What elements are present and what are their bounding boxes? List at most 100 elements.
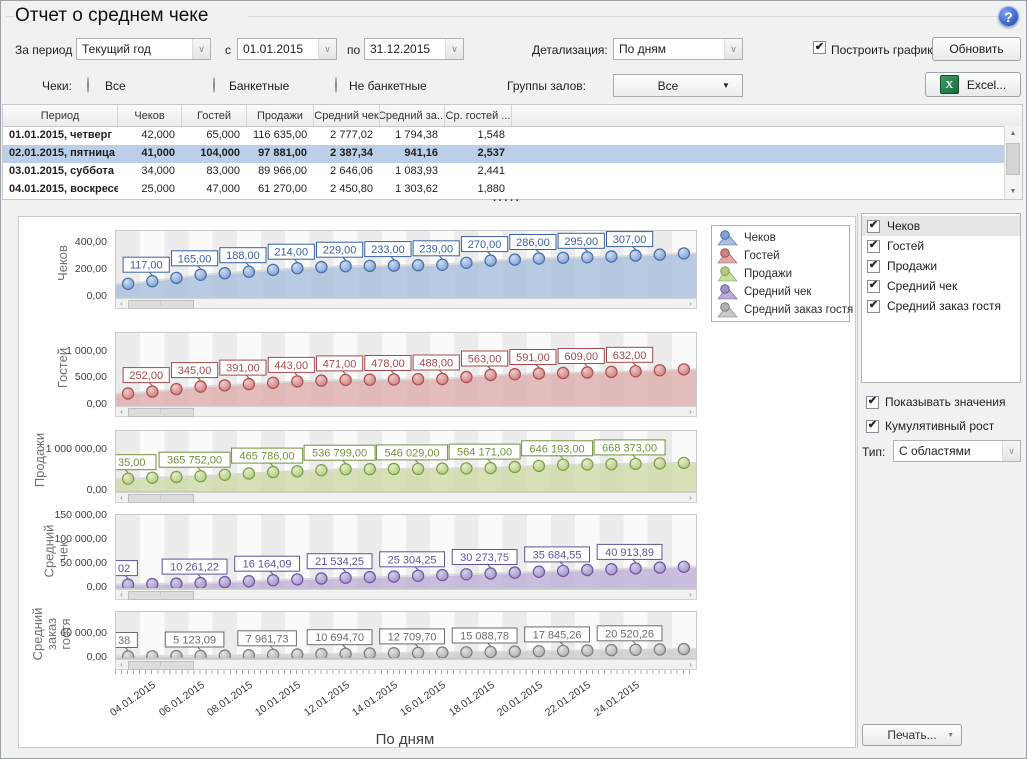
table-vertical-scrollbar[interactable]: ▲ ▼ [1004,126,1022,199]
data-point-marker [558,565,569,576]
radio-banquet[interactable] [213,77,215,93]
chart-plot-5[interactable]: 385 123,097 961,7310 694,7012 709,7015 0… [115,611,697,659]
series-listbox: ЧековГостейПродажиСредний чекСредний зак… [861,213,1021,383]
series-list-item[interactable]: Гостей [862,236,1020,256]
cell-value: 97 881,00 [247,145,314,163]
chart-horizontal-scrollbar[interactable] [115,406,697,417]
chart-plot-3[interactable]: 35,00365 752,00465 786,00536 799,00546 0… [115,430,697,492]
series-list-item[interactable]: Средний чек [862,276,1020,296]
chart-plot-4[interactable]: 0210 261,2216 164,0921 534,2525 304,2530… [115,514,697,589]
chart-horizontal-scrollbar[interactable] [115,589,697,600]
data-point-marker [171,384,182,395]
column-header[interactable]: Гостей [182,105,247,126]
cell-value: 1 794,38 [380,127,445,145]
table-row[interactable]: 02.01.2015, пятница41,000104,00097 881,0… [3,145,1022,163]
table-row[interactable]: 03.01.2015, суббота34,00083,00089 966,00… [3,163,1022,181]
table-row[interactable]: 01.01.2015, четверг42,00065,000116 635,0… [3,127,1022,145]
chart-horizontal-scrollbar[interactable] [115,659,697,670]
date-to-select[interactable]: 31.12.2015 [364,38,464,60]
cell-value: 65,000 [182,127,247,145]
chevron-down-icon[interactable] [724,39,742,59]
column-header[interactable]: Средний чек [314,105,380,126]
data-point-value-label: 35,00 [118,457,146,469]
chevron-down-icon[interactable] [318,39,336,59]
column-header[interactable]: Средний за... [380,105,445,126]
print-button[interactable]: Печать... [862,724,962,746]
column-header[interactable]: Чеков [118,105,182,126]
data-point-value-label: 5 123,09 [173,634,216,646]
data-point-marker [485,568,496,579]
detail-select[interactable]: По дням [613,38,743,60]
caret-down-icon [722,81,742,90]
chart-plot-1[interactable]: 117,00165,00188,00214,00229,00233,00239,… [115,230,697,298]
chevron-down-icon[interactable] [445,39,463,59]
series-checkbox[interactable] [867,280,880,293]
radio-all[interactable] [87,77,89,93]
scroll-right-icon[interactable] [685,299,696,308]
show-values-option[interactable]: Показывать значения [866,395,1006,409]
chart-horizontal-scrollbar[interactable] [115,492,697,503]
series-list-item[interactable]: Продажи [862,256,1020,276]
scrollbar-thumb[interactable] [128,661,194,670]
series-checkbox[interactable] [867,240,880,253]
radio-non-banquet[interactable] [335,77,337,93]
scrollbar-thumb[interactable] [128,591,194,600]
series-list-item[interactable]: Чеков [862,216,1020,236]
data-point-marker [582,367,593,378]
data-point-marker [678,364,689,375]
data-point-marker [123,278,134,289]
date-from-select[interactable]: 01.01.2015 [237,38,337,60]
series-list-item[interactable]: Средний заказ гостя [862,296,1020,316]
column-header[interactable]: Период [3,105,118,126]
scroll-up-icon[interactable]: ▲ [1005,126,1021,141]
chart-horizontal-scrollbar[interactable] [115,298,697,309]
column-header[interactable]: Ср. гостей ... [445,105,512,126]
data-point-value-label: 229,00 [323,245,357,257]
legend-label: Средний чек [744,286,811,298]
data-point-marker [147,472,158,483]
scroll-right-icon[interactable] [685,590,696,599]
series-checkbox[interactable] [867,300,880,313]
data-point-marker [388,463,399,474]
scrollbar-thumb[interactable] [128,408,194,417]
scroll-left-icon[interactable] [116,407,127,416]
series-checkbox[interactable] [867,220,880,233]
chart-plot-2[interactable]: 252,00345,00391,00443,00471,00478,00488,… [115,332,697,406]
splitter-handle[interactable]: ····· [493,195,521,207]
data-point-marker [413,647,424,658]
scroll-left-icon[interactable] [116,590,127,599]
data-point-marker [340,464,351,475]
scroll-left-icon[interactable] [116,660,127,669]
data-point-marker [292,376,303,387]
cell-value: 2 777,02 [314,127,380,145]
refresh-button[interactable]: Обновить [932,37,1021,61]
build-chart-checkbox[interactable] [813,41,826,54]
period-select[interactable]: Текущий год [76,38,211,60]
scrollbar-thumb[interactable] [1006,143,1020,175]
data-point-marker [268,264,279,275]
cumulative-option[interactable]: Кумулятивный рост [866,419,994,433]
data-point-marker [558,252,569,263]
data-point-value-label: 564 171,00 [457,447,512,459]
data-point-marker [243,650,254,658]
scroll-down-icon[interactable]: ▼ [1005,184,1021,199]
series-checkbox[interactable] [867,260,880,273]
scrollbar-thumb[interactable] [128,300,194,309]
data-point-marker [388,374,399,385]
help-icon[interactable]: ? [998,6,1019,27]
cumulative-checkbox[interactable] [866,420,879,433]
hall-groups-dropdown[interactable]: Все [613,74,743,97]
scroll-right-icon[interactable] [685,660,696,669]
scroll-right-icon[interactable] [685,493,696,502]
scroll-right-icon[interactable] [685,407,696,416]
scrollbar-thumb[interactable] [128,494,194,503]
show-values-checkbox[interactable] [866,396,879,409]
scroll-left-icon[interactable] [116,493,127,502]
chevron-down-icon[interactable] [1002,441,1020,461]
scroll-left-icon[interactable] [116,299,127,308]
column-header[interactable]: Продажи [247,105,314,126]
excel-button[interactable]: X Excel... [925,72,1021,97]
data-point-marker [268,467,279,478]
type-select[interactable]: С областями [893,440,1021,462]
chevron-down-icon[interactable] [192,39,210,59]
